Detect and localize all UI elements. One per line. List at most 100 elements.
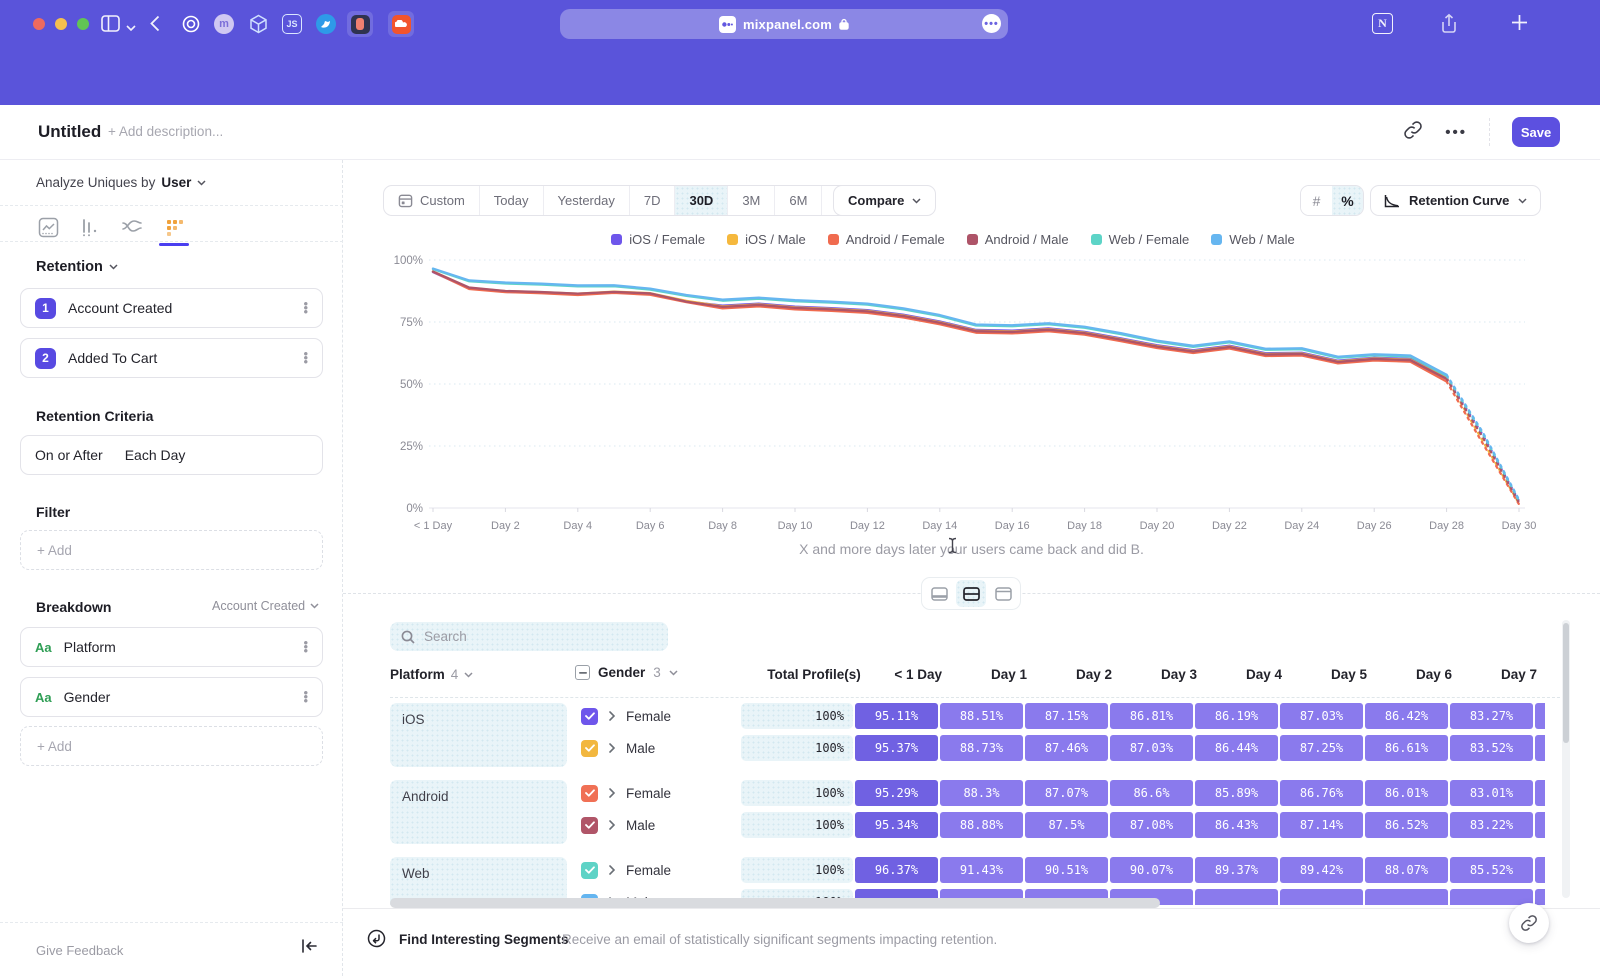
- retention-criteria-card[interactable]: On or After Each Day: [20, 435, 323, 475]
- retention-value-cell[interactable]: 87.08%: [1110, 812, 1193, 838]
- more-options-icon[interactable]: •••: [1445, 124, 1467, 141]
- gender-label[interactable]: Male: [626, 741, 741, 756]
- tab-funnels[interactable]: [78, 212, 102, 242]
- legend-item[interactable]: Android / Male: [967, 232, 1069, 247]
- retention-value-cell[interactable]: 83.01%: [1450, 780, 1533, 806]
- add-breakdown-button[interactable]: + Add: [20, 726, 323, 766]
- retention-value-cell[interactable]: 87.07%: [1025, 780, 1108, 806]
- analyze-value[interactable]: User: [161, 175, 191, 190]
- sidebar-toggle-icon[interactable]: [100, 13, 121, 39]
- retention-value-cell[interactable]: 89.42%: [1280, 857, 1363, 883]
- retention-value-cell[interactable]: 86.52%: [1365, 812, 1448, 838]
- analyze-uniques-control[interactable]: Analyze Uniques by User: [36, 175, 206, 190]
- retention-value-cell[interactable]: [1195, 889, 1278, 905]
- day-column-header[interactable]: Day 2: [1042, 667, 1125, 682]
- layout-table-only-toggle[interactable]: [988, 580, 1018, 607]
- vertical-scrollbar[interactable]: [1563, 623, 1569, 743]
- chart-type-selector[interactable]: Retention Curve: [1370, 185, 1541, 216]
- extension-m-icon[interactable]: m: [211, 11, 237, 37]
- series-checkbox[interactable]: [581, 817, 598, 834]
- give-feedback-link[interactable]: Give Feedback: [36, 943, 123, 958]
- retention-value-cell[interactable]: 87.14%: [1280, 812, 1363, 838]
- step-account-created[interactable]: 1 Account Created •••: [20, 288, 323, 328]
- series-checkbox[interactable]: [581, 862, 598, 879]
- day-column-header[interactable]: Day 3: [1127, 667, 1210, 682]
- retention-value-cell[interactable]: 87.25%: [1280, 735, 1363, 761]
- range-7d[interactable]: 7D: [630, 186, 676, 215]
- expand-row-icon[interactable]: [609, 743, 615, 753]
- retention-chart-svg[interactable]: 0%25%50%75%100%< 1 DayDay 2Day 4Day 6Day…: [385, 252, 1545, 534]
- retention-value-cell[interactable]: 86.61%: [1365, 735, 1448, 761]
- retention-value-cell[interactable]: 90.07%: [1110, 857, 1193, 883]
- retention-value-cell[interactable]: 86.44%: [1195, 735, 1278, 761]
- tab-insights[interactable]: [36, 212, 60, 242]
- extension-password-icon[interactable]: [347, 11, 373, 37]
- retention-value-cell[interactable]: [1280, 889, 1363, 905]
- retention-value-cell[interactable]: 86.19%: [1195, 703, 1278, 729]
- compare-button[interactable]: Compare: [833, 185, 936, 216]
- retention-value-cell[interactable]: 88.3%: [940, 780, 1023, 806]
- legend-item[interactable]: Web / Female: [1091, 232, 1190, 247]
- retention-value-cell[interactable]: 90.51%: [1025, 857, 1108, 883]
- retention-value-cell[interactable]: 89.37%: [1195, 857, 1278, 883]
- extension-cloud-icon[interactable]: [388, 11, 414, 37]
- range-yesterday[interactable]: Yesterday: [544, 186, 630, 215]
- retention-value-cell[interactable]: 86.43%: [1195, 812, 1278, 838]
- retention-value-cell[interactable]: 86.81%: [1110, 703, 1193, 729]
- tab-retention[interactable]: [162, 212, 186, 242]
- retention-value-cell[interactable]: 87.46%: [1025, 735, 1108, 761]
- share-icon[interactable]: [1440, 13, 1458, 39]
- expand-row-icon[interactable]: [609, 788, 615, 798]
- day-column-header[interactable]: Day 7: [1467, 667, 1550, 682]
- retention-value-cell[interactable]: 95.11%: [855, 703, 938, 729]
- breakdown-scope-dropdown[interactable]: Account Created: [212, 599, 319, 613]
- platform-column-header[interactable]: Platform 4: [390, 667, 473, 682]
- unit-percent-toggle[interactable]: %: [1332, 186, 1363, 215]
- retention-value-cell[interactable]: 91.43%: [940, 857, 1023, 883]
- range-30d[interactable]: 30D: [675, 186, 728, 215]
- retention-value-cell[interactable]: [1450, 889, 1533, 905]
- range-3m[interactable]: 3M: [728, 186, 775, 215]
- collapse-sidebar-icon[interactable]: [301, 939, 317, 958]
- new-tab-icon[interactable]: [1510, 13, 1529, 37]
- layout-chart-only-toggle[interactable]: [924, 580, 954, 607]
- window-zoom-button[interactable]: [77, 18, 89, 30]
- extension-target-icon[interactable]: [178, 11, 204, 37]
- platform-cell[interactable]: iOS: [390, 703, 567, 767]
- retention-value-cell[interactable]: 86.01%: [1365, 780, 1448, 806]
- range-custom[interactable]: Custom: [384, 186, 480, 215]
- unit-number-toggle[interactable]: #: [1301, 186, 1332, 215]
- series-checkbox[interactable]: [581, 785, 598, 802]
- legend-item[interactable]: iOS / Female: [611, 232, 705, 247]
- share-link-fab[interactable]: [1509, 903, 1549, 943]
- retention-value-cell[interactable]: 83.22%: [1450, 812, 1533, 838]
- save-button[interactable]: Save: [1512, 117, 1560, 147]
- retention-value-cell[interactable]: 88.73%: [940, 735, 1023, 761]
- retention-section-header[interactable]: Retention: [36, 259, 118, 275]
- layout-split-toggle[interactable]: [956, 580, 986, 607]
- retention-value-cell[interactable]: 87.03%: [1280, 703, 1363, 729]
- total-profiles-header[interactable]: Total Profile(s): [758, 667, 870, 682]
- legend-item[interactable]: iOS / Male: [727, 232, 806, 247]
- select-all-checkbox[interactable]: [575, 665, 590, 680]
- gender-column-header[interactable]: Gender 3: [575, 665, 678, 680]
- retention-value-cell[interactable]: 95.34%: [855, 812, 938, 838]
- gender-label[interactable]: Male: [626, 818, 741, 833]
- retention-value-cell[interactable]: 86.6%: [1110, 780, 1193, 806]
- extension-cube-icon[interactable]: [245, 11, 271, 37]
- report-description-placeholder[interactable]: + Add description...: [108, 124, 223, 139]
- platform-cell[interactable]: Android: [390, 780, 567, 844]
- window-close-button[interactable]: [33, 18, 45, 30]
- day-column-header[interactable]: Day 5: [1297, 667, 1380, 682]
- breakdown-options-icon[interactable]: •••: [303, 691, 308, 703]
- url-bar[interactable]: mixpanel.com •••: [560, 9, 1008, 39]
- retention-value-cell[interactable]: 87.03%: [1110, 735, 1193, 761]
- series-checkbox[interactable]: [581, 740, 598, 757]
- gender-label[interactable]: Female: [626, 786, 741, 801]
- window-minimize-button[interactable]: [55, 18, 67, 30]
- day-column-header[interactable]: < 1 Day: [872, 667, 955, 682]
- gender-label[interactable]: Female: [626, 863, 741, 878]
- retention-value-cell[interactable]: 95.37%: [855, 735, 938, 761]
- range-6m[interactable]: 6M: [775, 186, 822, 215]
- retention-value-cell[interactable]: 88.07%: [1365, 857, 1448, 883]
